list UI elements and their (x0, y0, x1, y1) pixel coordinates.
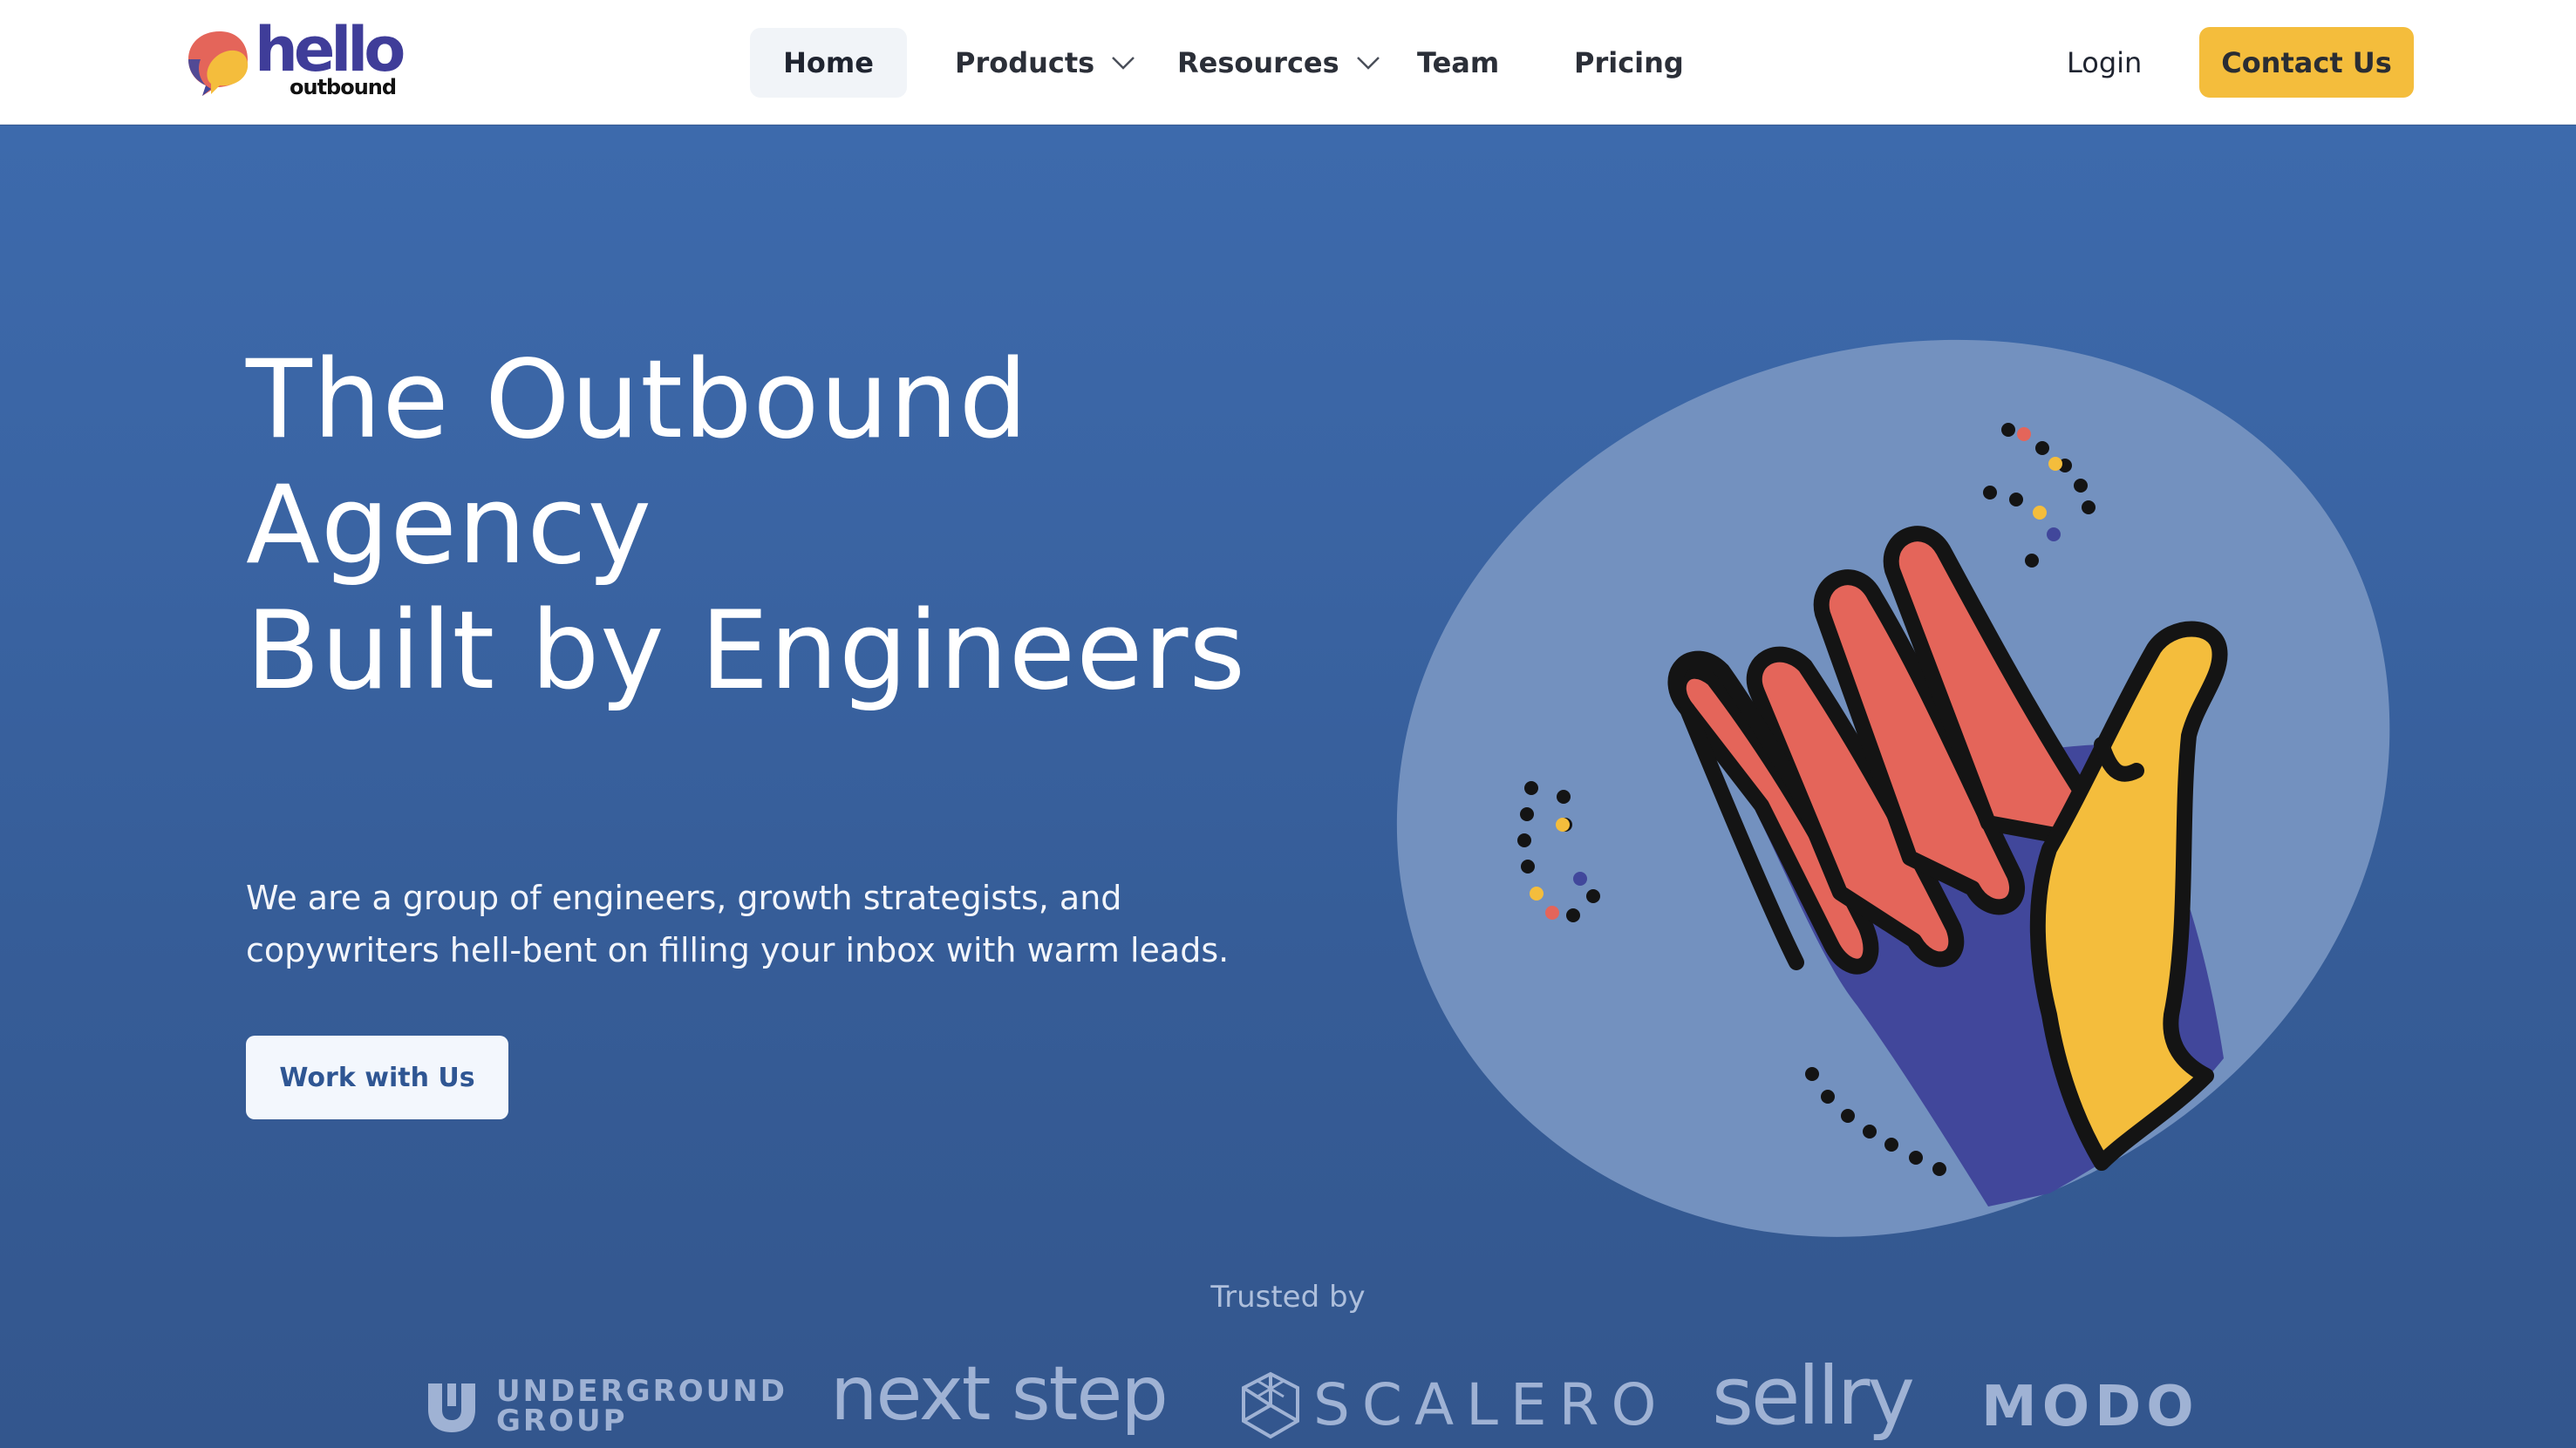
nav-resources-dropdown[interactable]: Resources (1160, 28, 1399, 98)
top-navbar: hello outbound Home Products Resources T… (0, 0, 2576, 125)
login-link[interactable]: Login (2049, 28, 2159, 98)
nav-pricing[interactable]: Pricing (1557, 28, 1701, 98)
trusted-by-label: Trusted by (1210, 1280, 1366, 1315)
logo-subtitle: outbound (290, 75, 397, 99)
next-step-logo: next step (830, 1350, 1169, 1438)
underground-group-logo: UNDERGROUND GROUP (423, 1377, 787, 1436)
scalero-logo: SCALERO (1240, 1370, 1668, 1440)
waving-hand-illustration (1396, 339, 2390, 1237)
scalero-word: SCALERO (1313, 1371, 1669, 1438)
contact-us-button[interactable]: Contact Us (2199, 27, 2414, 98)
nav-home-label: Home (783, 46, 874, 79)
logo-word: hello (255, 14, 405, 85)
modo-logo: MODO (1981, 1375, 2199, 1439)
underground-line-1: UNDERGROUND (496, 1374, 787, 1409)
nav-team[interactable]: Team (1400, 28, 1516, 98)
hero-title-line-2: Agency (246, 463, 652, 588)
hero-title-line-1: The Outbound (246, 337, 1029, 463)
nav-home[interactable]: Home (750, 28, 907, 98)
hero-title: The Outbound Agency Built by Engineers (246, 337, 1292, 714)
contact-us-label: Contact Us (2221, 45, 2392, 79)
hero-section: The Outbound Agency Built by Engineers W… (0, 126, 2576, 1448)
nav-resources-label: Resources (1177, 46, 1339, 79)
work-with-us-button[interactable]: Work with Us (246, 1036, 508, 1119)
speech-bubble-logo-icon (188, 31, 249, 96)
nav-products-dropdown[interactable]: Products (937, 28, 1154, 98)
nav-team-label: Team (1417, 46, 1500, 79)
sellry-logo: sellry (1712, 1349, 1915, 1443)
hero-subtitle: We are a group of engineers, growth stra… (246, 872, 1310, 976)
nav-pricing-label: Pricing (1574, 46, 1684, 79)
hello-outbound-logo[interactable]: hello outbound (185, 19, 405, 103)
chevron-down-icon (1112, 57, 1135, 70)
hero-subtitle-line-1: We are a group of engineers, growth stra… (246, 879, 1122, 917)
login-label: Login (2067, 46, 2143, 79)
work-with-us-label: Work with Us (279, 1062, 475, 1093)
chevron-down-icon (1356, 57, 1380, 70)
nav-products-label: Products (955, 46, 1095, 79)
underground-u-icon (428, 1383, 475, 1432)
hero-subtitle-line-2: copywriters hell-bent on filling your in… (246, 931, 1230, 969)
hero-title-line-3: Built by Engineers (246, 588, 1246, 714)
underground-line-2: GROUP (496, 1404, 628, 1438)
scalero-cube-icon (1242, 1371, 1299, 1439)
